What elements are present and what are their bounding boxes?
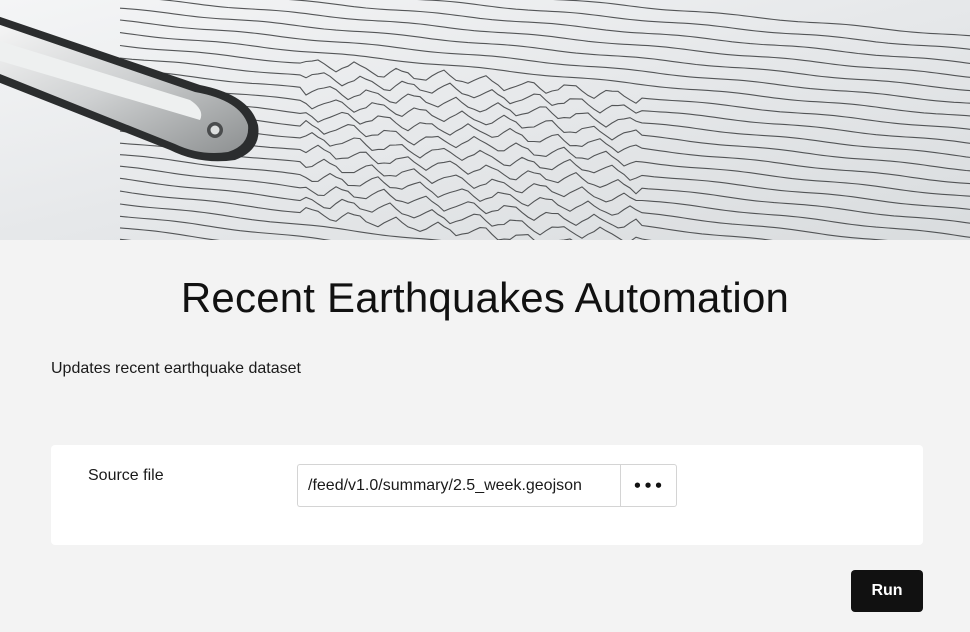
source-file-input[interactable] — [297, 464, 621, 507]
seismograph-illustration — [0, 0, 970, 240]
source-file-label: Source file — [88, 467, 164, 484]
page-title: Recent Earthquakes Automation — [180, 274, 790, 321]
more-icon: ••• — [632, 476, 665, 495]
source-file-card: Source file ••• — [51, 445, 923, 545]
page-description: Updates recent earthquake dataset — [51, 360, 301, 377]
run-button[interactable]: Run — [851, 570, 923, 612]
browse-ellipsis-button[interactable]: ••• — [620, 464, 677, 507]
hero-seismograph-image — [0, 0, 970, 240]
